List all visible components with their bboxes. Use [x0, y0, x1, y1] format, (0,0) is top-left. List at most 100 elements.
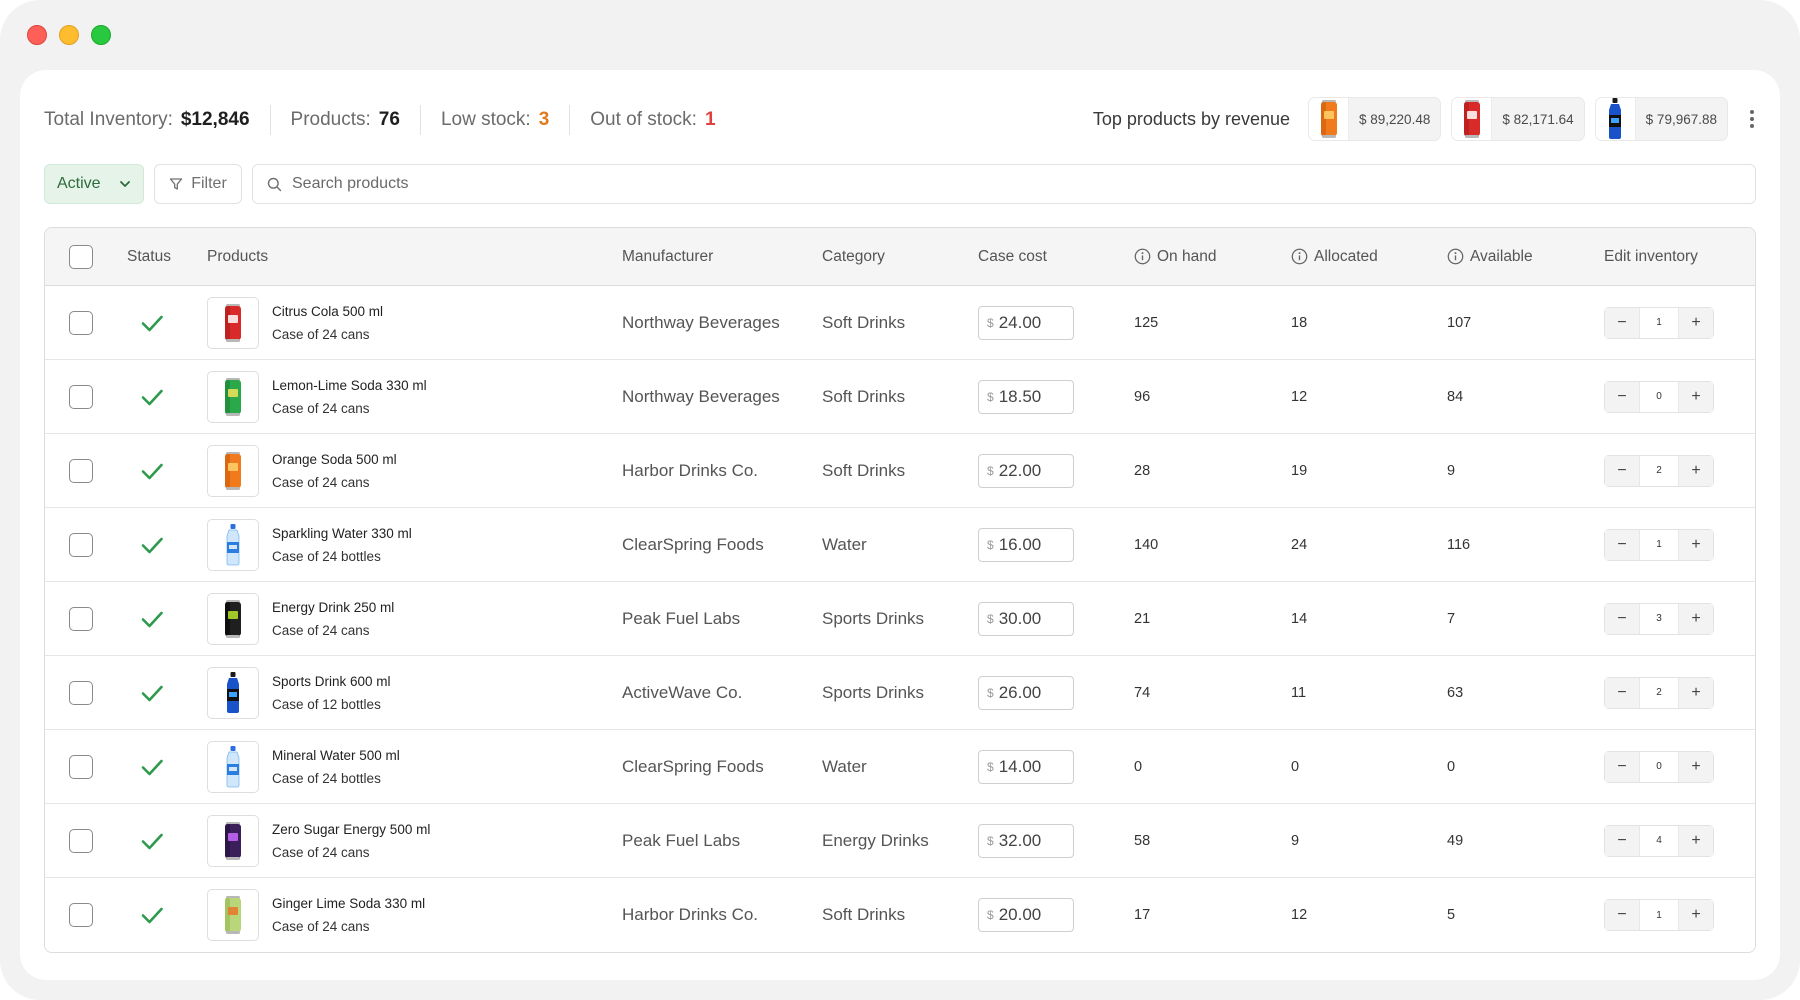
select-all-checkbox[interactable] [69, 244, 93, 269]
info-icon[interactable] [1291, 248, 1308, 265]
row-checkbox[interactable] [69, 680, 93, 705]
decrement-button[interactable]: − [1605, 381, 1639, 412]
increment-button[interactable]: + [1679, 529, 1713, 560]
case-cost-input[interactable]: $14.00 [978, 749, 1074, 784]
filter-button[interactable]: Filter [154, 164, 242, 204]
increment-button[interactable]: + [1679, 751, 1713, 782]
product-cell[interactable]: Orange Soda 500 ml Case of 24 cans [207, 444, 622, 497]
quantity-value[interactable]: 0 [1639, 751, 1679, 782]
header-on-hand[interactable]: On hand [1134, 248, 1291, 266]
header-available[interactable]: Available [1447, 248, 1604, 266]
header-case-cost[interactable]: Case cost [978, 248, 1134, 266]
product-cell[interactable]: Lemon-Lime Soda 330 ml Case of 24 cans [207, 370, 622, 423]
quantity-value[interactable]: 4 [1639, 825, 1679, 856]
allocated-cell: 9 [1291, 832, 1300, 849]
purple-can-icon [207, 814, 259, 867]
row-select-cell [45, 680, 127, 705]
info-icon[interactable] [1134, 248, 1151, 265]
decrement-button[interactable]: − [1605, 307, 1639, 338]
stat-label: Out of stock: [590, 109, 697, 130]
search-input[interactable] [292, 175, 1755, 193]
row-checkbox[interactable] [69, 903, 93, 927]
on-hand-cell: 125 [1134, 314, 1159, 331]
more-options-icon[interactable] [1742, 104, 1762, 134]
product-cell[interactable]: Mineral Water 500 ml Case of 24 bottles [207, 740, 622, 793]
product-cell[interactable]: Sports Drink 600 ml Case of 12 bottles [207, 666, 622, 719]
decrement-button[interactable]: − [1605, 455, 1639, 486]
case-cost-input[interactable]: $32.00 [978, 823, 1074, 858]
increment-button[interactable]: + [1679, 677, 1713, 708]
row-checkbox[interactable] [69, 532, 93, 557]
close-window-button[interactable] [27, 25, 47, 45]
case-cost-input[interactable]: $16.00 [978, 527, 1074, 562]
on-hand-cell: 58 [1134, 832, 1151, 849]
product-info: Citrus Cola 500 ml Case of 24 cans [272, 304, 383, 342]
header-status[interactable]: Status [127, 248, 207, 266]
product-cell[interactable]: Citrus Cola 500 ml Case of 24 cans [207, 296, 622, 349]
product-info: Mineral Water 500 ml Case of 24 bottles [272, 748, 400, 786]
increment-button[interactable]: + [1679, 307, 1713, 338]
info-icon[interactable] [1447, 248, 1464, 265]
increment-button[interactable]: + [1679, 603, 1713, 634]
product-cell[interactable]: Zero Sugar Energy 500 ml Case of 24 cans [207, 814, 622, 867]
quantity-value[interactable]: 1 [1639, 529, 1679, 560]
header-products[interactable]: Products [207, 248, 622, 266]
case-cost-input[interactable]: $24.00 [978, 305, 1074, 340]
currency-symbol: $ [987, 389, 994, 404]
status-cell [127, 456, 207, 486]
case-cost-input[interactable]: $20.00 [978, 898, 1074, 932]
minimize-window-button[interactable] [59, 25, 79, 45]
top-product-card[interactable]: $ 82,171.64 [1451, 97, 1585, 141]
quantity-value[interactable]: 3 [1639, 603, 1679, 634]
decrement-button[interactable]: − [1605, 677, 1639, 708]
table-row: Orange Soda 500 ml Case of 24 cans Harbor … [45, 434, 1755, 508]
top-product-card[interactable]: $ 89,220.48 [1308, 97, 1442, 141]
allocated-cell: 12 [1291, 388, 1308, 405]
row-checkbox[interactable] [69, 754, 93, 779]
allocated-cell: 18 [1291, 314, 1308, 331]
increment-button[interactable]: + [1679, 900, 1713, 930]
row-checkbox[interactable] [69, 606, 93, 631]
row-checkbox[interactable] [69, 384, 93, 409]
product-name: Mineral Water 500 ml [272, 747, 400, 763]
top-product-card[interactable]: $ 79,967.88 [1594, 97, 1728, 141]
quantity-value[interactable]: 2 [1639, 455, 1679, 486]
product-cell[interactable]: Ginger Lime Soda 330 ml Case of 24 cans [207, 889, 622, 941]
checkmark-icon [137, 382, 167, 412]
quantity-value[interactable]: 0 [1639, 381, 1679, 412]
decrement-button[interactable]: − [1605, 603, 1639, 634]
header-category[interactable]: Category [822, 248, 978, 266]
row-checkbox[interactable] [69, 458, 93, 483]
decrement-button[interactable]: − [1605, 825, 1639, 856]
product-cell[interactable]: Sparkling Water 330 ml Case of 24 bottles [207, 518, 622, 571]
row-checkbox[interactable] [69, 310, 93, 335]
black-can-icon [207, 592, 259, 645]
quantity-value[interactable]: 2 [1639, 677, 1679, 708]
header-manufacturer[interactable]: Manufacturer [622, 248, 822, 266]
quantity-value[interactable]: 1 [1639, 900, 1679, 930]
decrement-button[interactable]: − [1605, 900, 1639, 930]
decrement-button[interactable]: − [1605, 529, 1639, 560]
currency-symbol: $ [987, 463, 994, 478]
case-cost-input[interactable]: $18.50 [978, 379, 1074, 414]
case-cost-input[interactable]: $30.00 [978, 601, 1074, 636]
case-cost-cell: $24.00 [978, 305, 1134, 340]
decrement-button[interactable]: − [1605, 751, 1639, 782]
stat-low-stock[interactable]: Low stock: 3 [419, 105, 569, 135]
checkmark-icon [137, 308, 167, 338]
increment-button[interactable]: + [1679, 825, 1713, 856]
case-cost-input[interactable]: $26.00 [978, 675, 1074, 710]
case-cost-input[interactable]: $22.00 [978, 453, 1074, 488]
stat-out-of-stock[interactable]: Out of stock: 1 [569, 105, 735, 135]
product-info: Sparkling Water 330 ml Case of 24 bottles [272, 526, 412, 564]
edit-inventory-cell: −0 + [1604, 380, 1754, 413]
increment-button[interactable]: + [1679, 381, 1713, 412]
row-checkbox[interactable] [69, 828, 93, 853]
increment-button[interactable]: + [1679, 455, 1713, 486]
header-allocated[interactable]: Allocated [1291, 248, 1447, 266]
maximize-window-button[interactable] [91, 25, 111, 45]
status-filter-dropdown[interactable]: Active [44, 164, 144, 204]
product-cell[interactable]: Energy Drink 250 ml Case of 24 cans [207, 592, 622, 645]
stat-label: Total Inventory: [44, 109, 173, 130]
quantity-value[interactable]: 1 [1639, 307, 1679, 338]
